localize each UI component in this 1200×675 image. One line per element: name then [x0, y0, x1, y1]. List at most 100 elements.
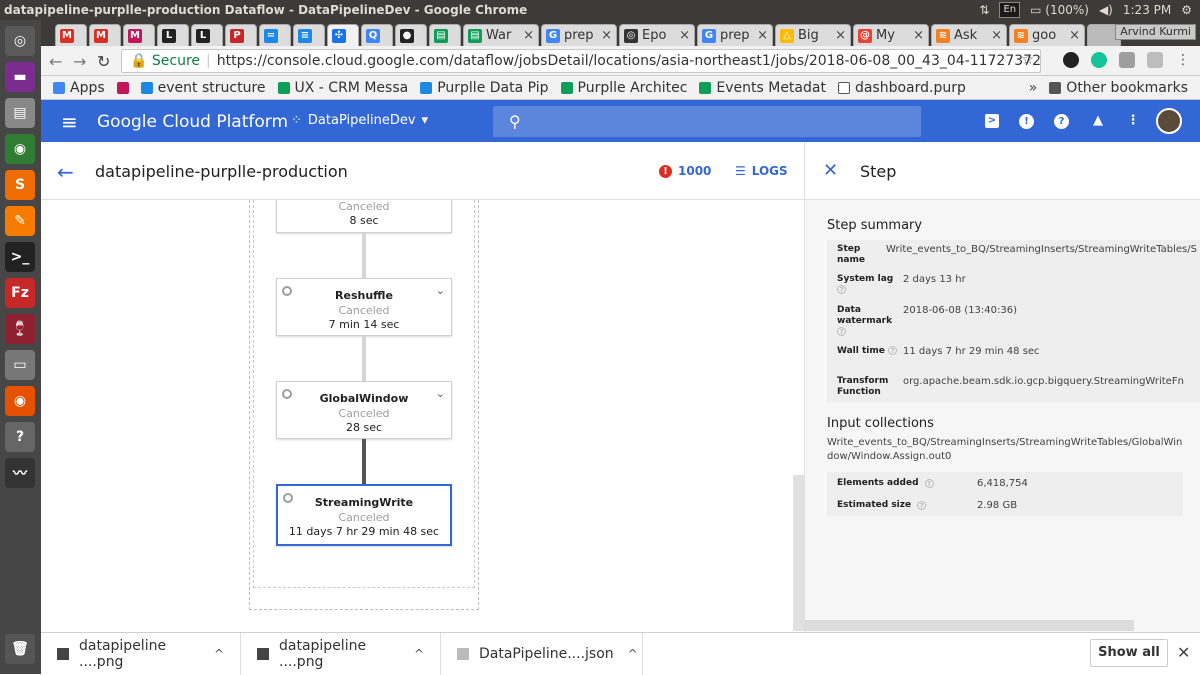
- filezilla-icon[interactable]: Fz: [5, 278, 35, 308]
- volume-icon[interactable]: ◀): [1099, 3, 1113, 17]
- bookmark-item[interactable]: UX - CRM Messa: [277, 80, 408, 96]
- chevron-up-icon[interactable]: ^: [214, 647, 224, 661]
- cloud-shell-icon[interactable]: >: [985, 114, 999, 128]
- help-circle-icon[interactable]: ?: [837, 327, 846, 336]
- download-item[interactable]: datapipeline ....png ^: [41, 633, 241, 675]
- browser-tab[interactable]: ≡: [293, 24, 325, 46]
- browser-tab[interactable]: M: [55, 24, 87, 46]
- files-icon[interactable]: ▤: [5, 98, 35, 128]
- settings-gear-icon[interactable]: ⚙: [1181, 3, 1192, 17]
- help-circle-icon[interactable]: ?: [924, 478, 934, 488]
- browser-tab[interactable]: M: [123, 24, 155, 46]
- network-icon[interactable]: ⇅: [979, 3, 989, 17]
- close-icon[interactable]: ✕: [1177, 643, 1190, 662]
- close-icon[interactable]: ×: [913, 28, 924, 43]
- dash-home-icon[interactable]: ◎: [5, 26, 35, 56]
- camera-icon[interactable]: [1119, 52, 1135, 68]
- postman-icon[interactable]: ✎: [5, 206, 35, 236]
- bookmark-apps[interactable]: Apps: [53, 80, 105, 96]
- bookmark-item[interactable]: dashboard.purp: [837, 80, 966, 96]
- browser-tab[interactable]: M: [89, 24, 121, 46]
- profile-button[interactable]: Arvind Kurmi: [1115, 24, 1196, 40]
- search-input[interactable]: ⚲: [493, 106, 921, 137]
- bookmark-item[interactable]: Purplle Architec: [560, 80, 687, 96]
- chevron-up-icon[interactable]: ^: [414, 647, 424, 661]
- sublime-text-icon[interactable]: S: [5, 170, 35, 200]
- close-icon[interactable]: ×: [757, 28, 768, 43]
- gcp-brand[interactable]: Google Cloud Platform: [97, 112, 288, 132]
- bookmark-item[interactable]: Events Metadat: [699, 80, 826, 96]
- browser-tab[interactable]: ▤: [429, 24, 461, 46]
- battery-indicator[interactable]: ▭ (100%): [1030, 3, 1089, 17]
- close-icon[interactable]: ×: [523, 28, 534, 43]
- wine-icon[interactable]: 🍷: [5, 314, 35, 344]
- panel-horizontal-scrollbar[interactable]: [804, 620, 1134, 631]
- browser-tab[interactable]: ≋ goo ×: [1009, 24, 1085, 46]
- url-text[interactable]: https://console.cloud.google.com/dataflo…: [217, 53, 1040, 69]
- browser-tab[interactable]: ≋ Ask ×: [931, 24, 1007, 46]
- browser-tab[interactable]: ●: [395, 24, 427, 46]
- forward-arrow-icon[interactable]: →: [73, 52, 86, 71]
- close-icon[interactable]: ✕: [823, 160, 838, 181]
- clock[interactable]: 1:23 PM: [1123, 3, 1171, 17]
- job-graph[interactable]: Canceled 8 sec ⌄ Reshuffle Canceled 7 mi…: [41, 200, 804, 633]
- chrome-launcher-icon[interactable]: ◉: [5, 134, 35, 164]
- omnibox[interactable]: 🔒 Secure | https://console.cloud.google.…: [121, 49, 1041, 73]
- help-icon[interactable]: ?: [1054, 114, 1069, 129]
- chevron-up-icon[interactable]: ^: [628, 647, 638, 661]
- chrome-menu-icon[interactable]: ⋮: [1175, 52, 1191, 68]
- graph-scrollbar[interactable]: [793, 475, 804, 631]
- browser-tab[interactable]: L: [191, 24, 223, 46]
- graph-node-streamingwrite[interactable]: StreamingWrite Canceled 11 days 7 hr 29 …: [276, 484, 452, 546]
- keyboard-layout-indicator[interactable]: En: [999, 2, 1021, 18]
- browser-tab[interactable]: Gprep ×: [697, 24, 773, 46]
- close-icon[interactable]: ×: [601, 28, 612, 43]
- reload-icon[interactable]: ↻: [97, 52, 110, 71]
- browser-tab[interactable]: L: [157, 24, 189, 46]
- help-circle-icon[interactable]: ?: [917, 500, 927, 510]
- expand-chevron-icon[interactable]: ⌄: [436, 284, 445, 297]
- back-arrow-icon[interactable]: ←: [49, 52, 62, 71]
- close-icon[interactable]: ×: [679, 28, 690, 43]
- bookmarks-overflow-chevron[interactable]: »: [1029, 80, 1038, 96]
- close-icon[interactable]: ×: [1069, 28, 1080, 43]
- bookmark-purplle[interactable]: [116, 81, 129, 94]
- browser-tab[interactable]: △ Big ×: [775, 24, 851, 46]
- bookmark-star-icon[interactable]: ☆: [1021, 52, 1034, 68]
- active-browser-tab[interactable]: ✣: [327, 24, 359, 46]
- hamburger-menu-icon[interactable]: ≡: [61, 110, 78, 134]
- browser-tab[interactable]: ▤ War ×: [463, 24, 539, 46]
- download-item[interactable]: datapipeline ....png ^: [241, 633, 441, 675]
- project-selector[interactable]: ⁘ DataPipelineDev ▾: [291, 113, 428, 128]
- close-icon[interactable]: ×: [835, 28, 846, 43]
- close-icon[interactable]: ×: [991, 28, 1002, 43]
- show-all-downloads-button[interactable]: Show all: [1090, 639, 1168, 667]
- notifications-bell-icon[interactable]: ▲: [1089, 112, 1107, 130]
- account-avatar[interactable]: [1156, 108, 1182, 134]
- help-circle-icon[interactable]: ?: [888, 346, 897, 355]
- help-icon[interactable]: ?: [5, 422, 35, 452]
- more-vert-icon[interactable]: ⋮: [1124, 112, 1142, 130]
- download-item[interactable]: DataPipeline....json ^: [441, 633, 643, 675]
- purple-app-icon[interactable]: ▬: [5, 62, 35, 92]
- browser-tab[interactable]: @ My ×: [853, 24, 929, 46]
- terminal-icon[interactable]: >_: [5, 242, 35, 272]
- logs-button[interactable]: ☰ LOGS: [735, 164, 788, 178]
- graph-node-globalwindow[interactable]: ⌄ GlobalWindow Canceled 28 sec: [276, 381, 452, 439]
- feedback-icon[interactable]: !: [1019, 114, 1034, 129]
- extension-icon[interactable]: [1147, 52, 1163, 68]
- browser-tab[interactable]: =: [259, 24, 291, 46]
- browser-tab[interactable]: Gprep ×: [541, 24, 617, 46]
- disk-drive-icon[interactable]: ▭: [5, 350, 35, 380]
- firefox-icon[interactable]: ◉: [5, 386, 35, 416]
- browser-tab[interactable]: Q: [361, 24, 393, 46]
- graph-node-reshuffle[interactable]: ⌄ Reshuffle Canceled 7 min 14 sec: [276, 278, 452, 336]
- browser-tab[interactable]: ◎ Epo ×: [619, 24, 695, 46]
- extension-icon[interactable]: [1063, 52, 1079, 68]
- browser-tab[interactable]: P: [225, 24, 257, 46]
- expand-chevron-icon[interactable]: ⌄: [436, 387, 445, 400]
- other-bookmarks[interactable]: Other bookmarks: [1049, 80, 1188, 96]
- help-circle-icon[interactable]: ?: [837, 285, 846, 294]
- grammarly-icon[interactable]: [1091, 52, 1107, 68]
- system-monitor-icon[interactable]: 〰: [5, 458, 35, 488]
